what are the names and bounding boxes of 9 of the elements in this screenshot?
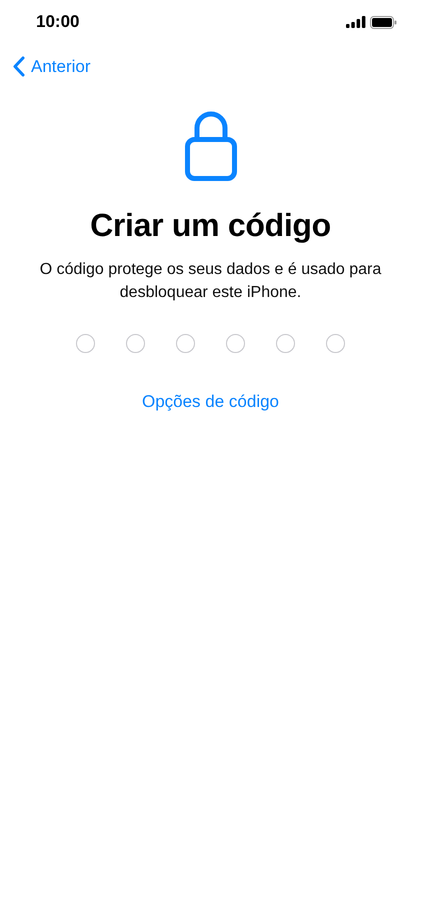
back-button[interactable]: Anterior bbox=[12, 54, 91, 80]
description-text: O código protege os seus dados e é usado para desbloquear este iPhone. bbox=[38, 260, 382, 304]
passcode-options-link[interactable]: Opções de código bbox=[136, 388, 286, 416]
lock-icon bbox=[184, 110, 238, 182]
chevron-left-icon bbox=[12, 56, 25, 78]
signal-icon bbox=[346, 16, 366, 28]
battery-icon bbox=[370, 16, 397, 28]
screen-title: Criar um código bbox=[89, 206, 332, 244]
status-time: 10:00 bbox=[36, 11, 80, 34]
